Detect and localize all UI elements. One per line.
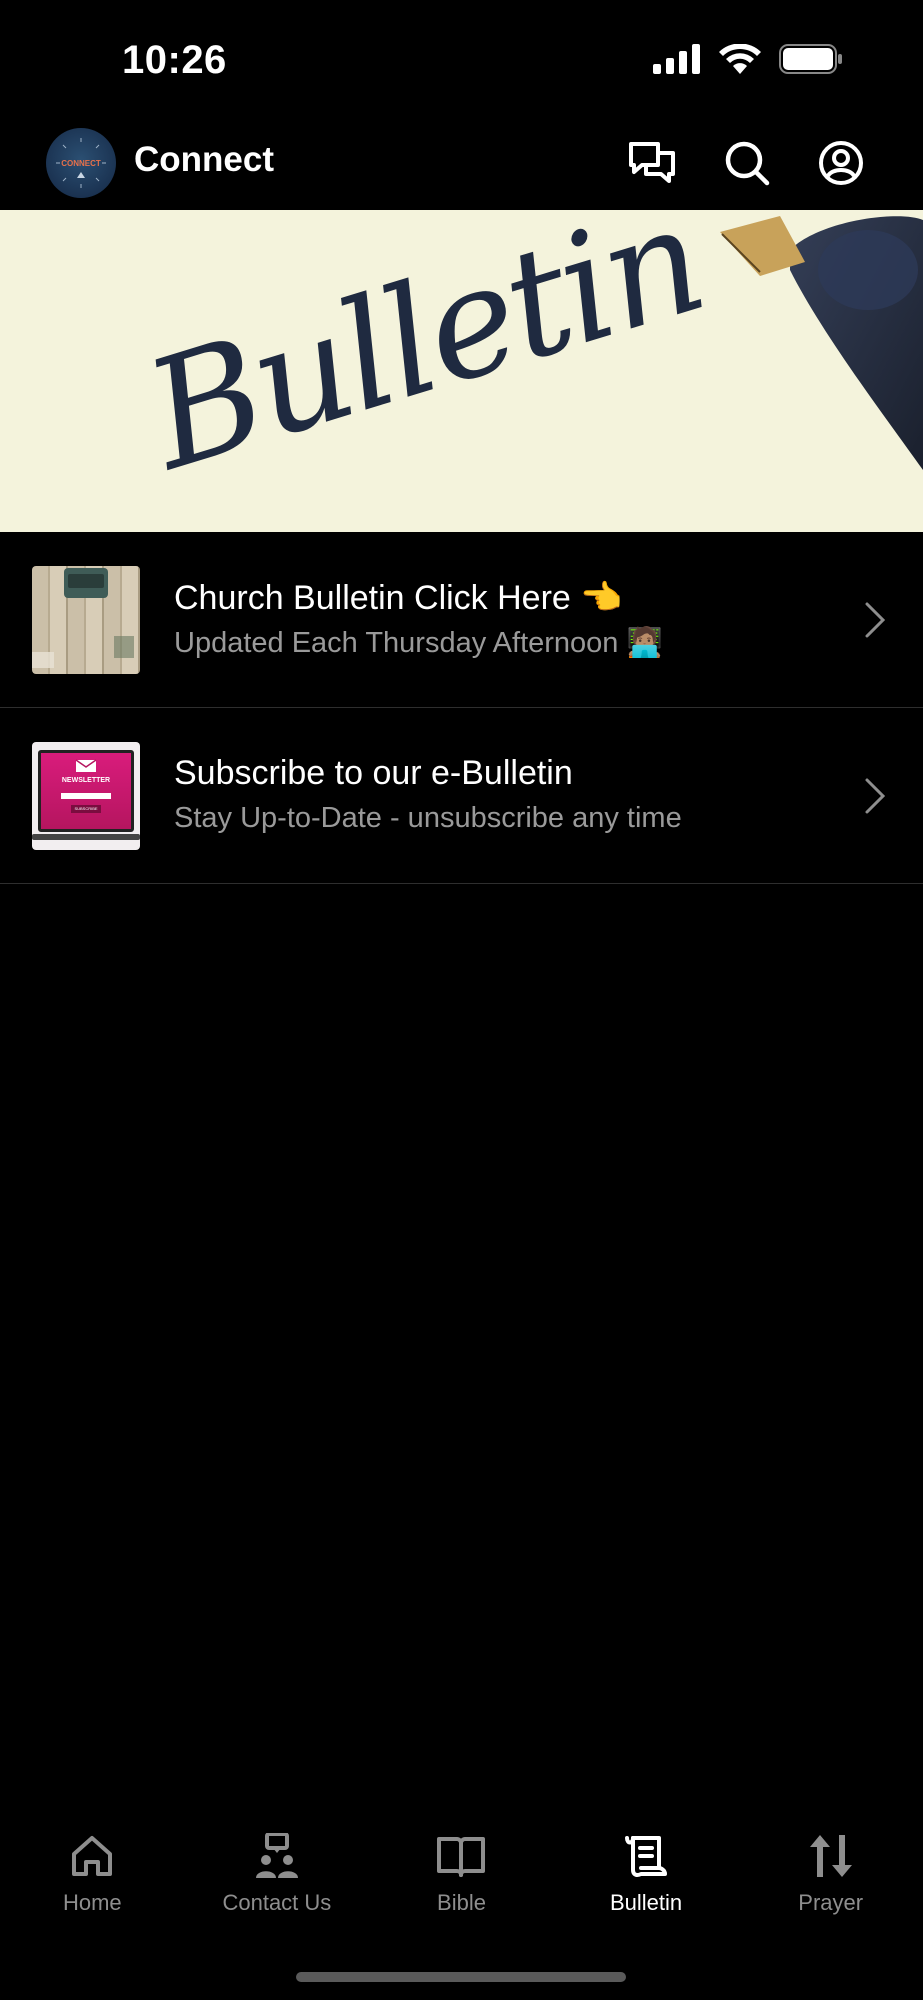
home-indicator[interactable] (296, 1972, 626, 1982)
typewriter-icon (32, 568, 134, 668)
chat-icon (629, 142, 675, 183)
tab-bible[interactable]: Bible (369, 1828, 554, 1928)
tab-bar: Home Contact Us Bible Bulletin Prayer (0, 1828, 923, 1928)
book-icon (437, 1837, 486, 1877)
tab-label: Bulletin (610, 1890, 683, 1915)
status-time: 10:26 (122, 38, 227, 82)
tab-label: Prayer (798, 1890, 864, 1915)
contact-icon (255, 1833, 298, 1878)
list-item-subscribe[interactable]: NEWSLETTER SUBSCRIBE Subscribe to our e-… (0, 708, 923, 884)
tab-prayer[interactable]: Prayer (738, 1828, 923, 1928)
logo-text: CONNECT (61, 158, 101, 168)
list-item-title: Subscribe to our e-Bulletin (174, 754, 573, 792)
status-icons (653, 44, 843, 74)
prayer-arrows-icon (809, 1835, 852, 1877)
typewriter-thumbnail (32, 566, 140, 674)
search-icon (725, 141, 770, 186)
account-button[interactable] (814, 136, 868, 190)
list-item-title: Church Bulletin Click Here 👈 (174, 579, 623, 617)
newsletter-thumbnail: NEWSLETTER SUBSCRIBE (32, 742, 140, 850)
tab-bulletin[interactable]: Bulletin (554, 1828, 739, 1928)
list-item-subtitle: Stay Up-to-Date - unsubscribe any time (174, 802, 682, 834)
tab-label: Contact Us (222, 1890, 332, 1915)
newsletter-laptop-screen: NEWSLETTER SUBSCRIBE (38, 750, 134, 832)
tab-home[interactable]: Home (0, 1828, 185, 1928)
app-header: CONNECT Connect (0, 120, 923, 210)
cellular-signal-icon (653, 44, 700, 74)
newsletter-thumb-label: NEWSLETTER (61, 777, 111, 784)
scroll-icon (625, 1836, 668, 1877)
chevron-right-icon (865, 602, 886, 638)
tab-label: Bible (437, 1890, 486, 1915)
bulletin-banner: Bulletin (0, 210, 923, 532)
wifi-icon (719, 44, 761, 74)
tab-contact-us[interactable]: Contact Us (185, 1828, 370, 1928)
battery-icon (779, 44, 842, 74)
bulletin-list: Church Bulletin Click Here 👈 Updated Eac… (0, 532, 923, 884)
chevron-right-icon (865, 778, 886, 814)
app-title: Connect (134, 140, 274, 179)
newsletter-thumb-input (61, 793, 111, 799)
laptop-base (32, 834, 140, 840)
tab-label: Home (62, 1890, 122, 1915)
home-icon (72, 1836, 113, 1876)
envelope-icon (75, 759, 97, 772)
list-item-subtitle: Updated Each Thursday Afternoon 🧑🏽‍💻 (174, 627, 663, 659)
app-logo[interactable]: CONNECT (46, 128, 116, 198)
search-button[interactable] (720, 136, 774, 190)
status-bar: 10:26 (0, 0, 923, 120)
newsletter-thumb-button: SUBSCRIBE (71, 805, 101, 813)
list-item-church-bulletin[interactable]: Church Bulletin Click Here 👈 Updated Eac… (0, 532, 923, 708)
account-icon (819, 141, 863, 185)
chat-button[interactable] (625, 136, 679, 190)
